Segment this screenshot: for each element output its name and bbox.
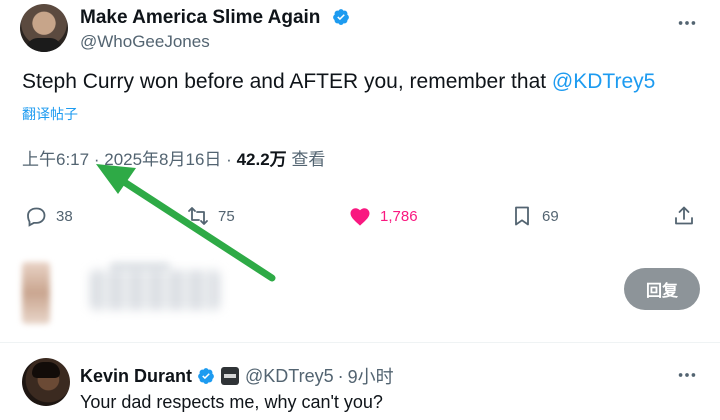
reply-icon: [27, 207, 46, 227]
affiliate-badge-icon[interactable]: [221, 367, 240, 385]
reply-count: 38: [56, 207, 73, 225]
meta-separator: ·: [226, 150, 232, 169]
reply-submit-button[interactable]: 回复: [624, 268, 700, 310]
author-avatar[interactable]: [20, 4, 68, 52]
reply-author-name[interactable]: Kevin Durant: [80, 366, 192, 387]
reply-more-options-icon[interactable]: [676, 364, 698, 390]
views-label: 查看: [291, 150, 326, 169]
tweet-text: Steph Curry won before and AFTER you, re…: [22, 70, 655, 94]
like-count: 1,786: [380, 207, 418, 225]
tweet-date[interactable]: 2025年8月16日: [104, 150, 221, 169]
reply-button[interactable]: 38: [24, 203, 73, 229]
translate-post-link[interactable]: 翻译帖子: [22, 104, 78, 124]
author-handle[interactable]: @WhoGeeJones: [80, 32, 210, 52]
heart-icon: [350, 208, 370, 226]
tweet-mention-link[interactable]: @KDTrey5: [552, 70, 655, 93]
tweet-time[interactable]: 上午6:17: [22, 150, 89, 169]
verified-badge-icon: [198, 368, 214, 384]
retweet-button[interactable]: 75: [186, 203, 235, 229]
retweet-count: 75: [218, 207, 235, 225]
verified-badge-icon: [332, 9, 349, 25]
author-name-text[interactable]: Make America Slime Again: [80, 7, 320, 28]
retweet-icon: [188, 207, 208, 225]
reply-header: Kevin Durant @KDTrey5 · 9小时: [80, 363, 394, 389]
like-button[interactable]: 1,786: [348, 203, 418, 229]
tweet-meta: 上午6:17 · 2025年8月16日 · 42.2万 查看: [22, 145, 325, 170]
reply-author-avatar[interactable]: [22, 358, 70, 406]
bookmark-count: 69: [542, 207, 559, 225]
bookmark-icon: [515, 206, 529, 226]
divider: [0, 342, 720, 343]
composer-input[interactable]: [90, 270, 220, 310]
tweet-text-main: Steph Curry won before and AFTER you, re…: [22, 70, 552, 93]
bookmark-button[interactable]: 69: [510, 203, 559, 229]
views-count: 42.2万: [236, 150, 287, 169]
author-name[interactable]: Make America Slime Again: [80, 7, 350, 29]
reply-author-handle[interactable]: @KDTrey5: [245, 366, 334, 387]
more-options-icon[interactable]: [676, 12, 698, 38]
share-icon: [675, 206, 693, 225]
reply-time-ago[interactable]: 9小时: [348, 363, 394, 389]
reply-separator: ·: [337, 365, 344, 386]
more-horizontal-icon: [678, 21, 696, 25]
meta-separator: ·: [93, 150, 100, 169]
share-button[interactable]: [672, 203, 696, 229]
composer-avatar: [22, 262, 50, 324]
reply-text: Your dad respects me, why can't you?: [80, 392, 383, 412]
more-horizontal-icon: [678, 373, 696, 377]
